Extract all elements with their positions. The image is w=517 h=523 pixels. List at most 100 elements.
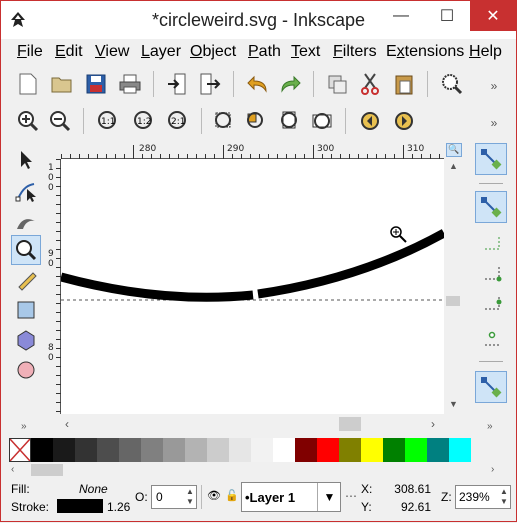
zoom-page-width-icon[interactable] xyxy=(307,106,337,136)
chevron-down-icon[interactable]: ▼ xyxy=(317,483,341,511)
color-swatch[interactable] xyxy=(97,438,119,462)
color-swatch[interactable] xyxy=(31,438,53,462)
layer-dropdown[interactable]: •Layer 1 ▼ xyxy=(241,482,341,512)
snap-toggle-icon[interactable] xyxy=(475,143,507,175)
redo-icon[interactable] xyxy=(275,69,305,99)
export-icon[interactable] xyxy=(195,69,225,99)
color-swatch[interactable] xyxy=(75,438,97,462)
color-swatch[interactable] xyxy=(273,438,295,462)
scroll-left-arrow-icon[interactable]: ‹ xyxy=(65,417,69,431)
color-swatch[interactable] xyxy=(405,438,427,462)
stroke-width-value[interactable]: 1.26 xyxy=(107,500,130,514)
color-swatch[interactable] xyxy=(163,438,185,462)
menu-filters[interactable]: Filters xyxy=(333,43,377,61)
save-icon[interactable] xyxy=(81,69,111,99)
menu-layer[interactable]: Layer xyxy=(141,43,181,61)
color-swatch[interactable] xyxy=(361,438,383,462)
color-swatch[interactable] xyxy=(207,438,229,462)
color-swatch[interactable] xyxy=(427,438,449,462)
zoom-correction-icon[interactable]: 🔍 xyxy=(446,143,462,157)
selector-tool-icon[interactable] xyxy=(11,145,41,175)
zoom-in-icon[interactable] xyxy=(13,106,43,136)
zoom-1-2-icon[interactable]: 1:2 xyxy=(129,106,159,136)
new-document-icon[interactable] xyxy=(13,69,43,99)
drawing-canvas[interactable] xyxy=(61,159,444,414)
maximize-button[interactable]: ☐ xyxy=(424,1,470,31)
print-icon[interactable] xyxy=(115,69,145,99)
paste-icon[interactable] xyxy=(389,69,419,99)
color-swatch[interactable] xyxy=(383,438,405,462)
toolbox-overflow-icon[interactable]: » xyxy=(21,421,27,432)
color-swatch[interactable] xyxy=(449,438,471,462)
zoom-selection-icon[interactable] xyxy=(437,69,467,99)
horizontal-ruler[interactable]: 280 290 300 310 xyxy=(61,143,444,159)
rectangle-tool-icon[interactable] xyxy=(11,295,41,325)
color-swatch[interactable] xyxy=(317,438,339,462)
no-paint-swatch[interactable] xyxy=(9,438,31,462)
duplicate-icon[interactable] xyxy=(323,69,353,99)
zoom-selection-icon[interactable] xyxy=(209,106,239,136)
menu-extensions[interactable]: Extensions xyxy=(386,43,464,61)
snap-bbox-midpoints-icon[interactable] xyxy=(477,287,507,317)
zoom-tool-icon[interactable] xyxy=(11,235,41,265)
vertical-scrollbar[interactable]: ▲ ▼ xyxy=(445,159,461,414)
snap-bbox-center-icon[interactable] xyxy=(477,323,507,353)
undo-icon[interactable] xyxy=(243,69,273,99)
menu-object[interactable]: Object xyxy=(190,43,236,61)
palette-scroll-thumb[interactable] xyxy=(31,464,63,476)
zoom-next-icon[interactable] xyxy=(389,106,419,136)
zoom-2-1-icon[interactable]: 2:1 xyxy=(163,106,193,136)
circle-path-segment[interactable] xyxy=(257,229,444,299)
close-button[interactable]: ✕ xyxy=(470,1,516,31)
ellipse-tool-icon[interactable] xyxy=(11,355,41,385)
import-icon[interactable] xyxy=(163,69,193,99)
color-swatch[interactable] xyxy=(119,438,141,462)
zoom-spinbox[interactable]: 239% ▲ ▼ xyxy=(455,485,511,509)
vertical-scroll-thumb[interactable] xyxy=(446,296,460,306)
snap-bbox-edges-icon[interactable] xyxy=(477,227,507,257)
color-swatch[interactable] xyxy=(229,438,251,462)
color-swatch[interactable] xyxy=(185,438,207,462)
node-tool-icon[interactable] xyxy=(11,177,41,207)
cut-icon[interactable] xyxy=(355,69,385,99)
menu-edit[interactable]: Edit xyxy=(55,43,83,61)
palette-scrollbar[interactable]: ‹ › xyxy=(11,463,501,477)
zoom-1-1-icon[interactable]: 1:1 xyxy=(93,106,123,136)
horizontal-scrollbar[interactable]: ‹ › xyxy=(61,415,444,433)
snap-bbox-icon[interactable] xyxy=(475,191,507,223)
minimize-button[interactable]: — xyxy=(378,1,424,31)
circle-path-segment[interactable] xyxy=(61,272,254,302)
snap-bbox-corners-icon[interactable] xyxy=(477,257,507,287)
snap-nodes-icon[interactable] xyxy=(475,371,507,403)
zoom-page-icon[interactable] xyxy=(275,106,305,136)
color-swatch[interactable] xyxy=(53,438,75,462)
menu-text[interactable]: Text xyxy=(291,43,320,61)
measure-tool-icon[interactable] xyxy=(11,265,41,295)
color-swatch[interactable] xyxy=(141,438,163,462)
overflow-chevron-icon[interactable]: ⋯ xyxy=(345,489,357,503)
zoom-previous-icon[interactable] xyxy=(355,106,385,136)
overflow-chevron-icon[interactable]: » xyxy=(479,71,509,101)
menu-path[interactable]: Path xyxy=(248,43,281,61)
scroll-up-arrow-icon[interactable]: ▲ xyxy=(449,161,458,171)
color-swatch[interactable] xyxy=(339,438,361,462)
layer-visibility-eye-icon[interactable]: 👁 xyxy=(207,489,221,502)
color-swatch[interactable] xyxy=(251,438,273,462)
layer-lock-icon[interactable]: 🔓 xyxy=(225,489,239,502)
horizontal-scroll-thumb[interactable] xyxy=(339,417,361,431)
fill-value[interactable]: None xyxy=(79,482,108,496)
menu-view[interactable]: View xyxy=(95,43,129,61)
opacity-spinbox[interactable]: 0 ▲ ▼ xyxy=(151,485,197,509)
zoom-out-icon[interactable] xyxy=(45,106,75,136)
color-swatch[interactable] xyxy=(295,438,317,462)
open-folder-icon[interactable] xyxy=(47,69,77,99)
menu-help[interactable]: Help xyxy=(469,43,502,61)
vertical-ruler[interactable]: 1 0 0 9 0 8 0 xyxy=(45,159,61,414)
zoom-drawing-icon[interactable] xyxy=(241,106,271,136)
scroll-right-arrow-icon[interactable]: › xyxy=(431,417,435,431)
stroke-swatch[interactable] xyxy=(57,499,103,513)
menu-file[interactable]: File xyxy=(17,43,43,61)
overflow-chevron-icon[interactable]: » xyxy=(479,108,509,138)
scroll-down-arrow-icon[interactable]: ▼ xyxy=(449,399,458,409)
snap-overflow-icon[interactable]: » xyxy=(487,421,493,432)
